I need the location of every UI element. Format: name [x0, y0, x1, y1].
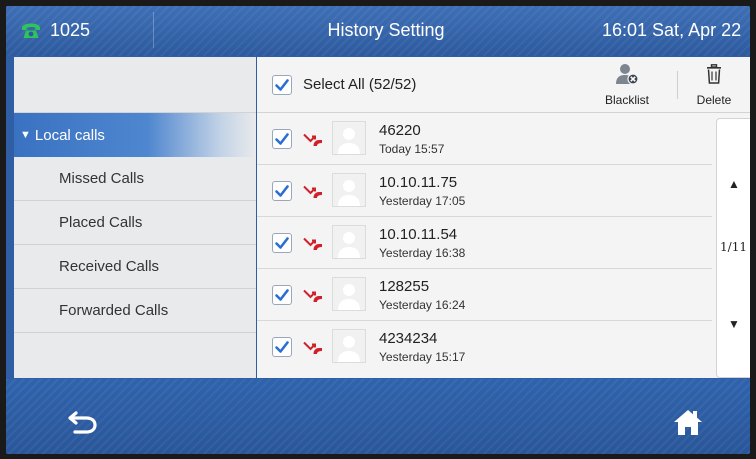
missed-call-icon: [303, 237, 322, 250]
row-checkbox[interactable]: [272, 285, 292, 305]
select-all-checkbox[interactable]: [272, 75, 292, 95]
sidebar-item-label: Local calls: [34, 126, 105, 144]
call-time: Yesterday 15:17: [379, 350, 466, 364]
call-row[interactable]: 46220 Today 15:57: [257, 113, 712, 165]
datetime-display: 16:01 Sat, Apr 22: [602, 20, 742, 40]
row-checkbox[interactable]: [272, 181, 292, 201]
sidebar-item-missed-calls[interactable]: Missed Calls: [14, 157, 256, 201]
sidebar-item-received-calls[interactable]: Received Calls: [14, 245, 256, 289]
call-time: Yesterday 16:24: [379, 298, 466, 312]
row-checkbox[interactable]: [272, 129, 292, 149]
call-number: 10.10.11.54: [379, 226, 458, 243]
blacklist-label: Blacklist: [604, 93, 649, 107]
up-arrow-icon[interactable]: ▲: [728, 177, 740, 191]
call-list-panel: Select All (52/52) Blacklist Delete 4622…: [257, 57, 750, 378]
contact-avatar-icon: [332, 173, 366, 207]
delete-button[interactable]: Delete: [691, 63, 737, 107]
call-row[interactable]: 10.10.11.75 Yesterday 17:05: [257, 165, 712, 217]
sidebar-item-label: Missed Calls: [59, 170, 145, 187]
checkmark-icon: [275, 237, 289, 249]
selection-toolbar: Select All (52/52) Blacklist Delete: [257, 57, 750, 113]
contact-avatar-icon: [332, 277, 366, 311]
call-row[interactable]: 128255 Yesterday 16:24: [257, 269, 712, 321]
sidebar-header: [14, 57, 256, 113]
call-number: 10.10.11.75: [379, 174, 458, 191]
page-title: History Setting: [327, 20, 445, 40]
call-row[interactable]: 4234234 Yesterday 15:17: [257, 321, 712, 373]
status-divider: [153, 12, 154, 48]
checkmark-icon: [275, 133, 289, 145]
call-number: 46220: [379, 122, 421, 139]
contact-avatar-icon: [332, 225, 366, 259]
checkmark-icon: [275, 185, 289, 197]
back-arrow-icon[interactable]: [68, 409, 98, 435]
sidebar-item-label: Forwarded Calls: [59, 302, 169, 319]
phone-screen: 1025 History Setting 16:01 Sat, Apr 22 ▼…: [6, 6, 750, 454]
call-time: Today 15:57: [379, 142, 445, 156]
sidebar-item-forwarded-calls[interactable]: Forwarded Calls: [14, 289, 256, 333]
sidebar-item-label: Received Calls: [59, 258, 160, 275]
phone-icon: [22, 23, 40, 38]
call-number: 4234234: [379, 330, 438, 347]
sidebar-item-label: Placed Calls: [59, 214, 143, 231]
call-row[interactable]: 10.10.11.54 Yesterday 16:38: [257, 217, 712, 269]
toolbar-divider: [677, 71, 678, 99]
extension-number: 1025: [50, 20, 91, 40]
trash-icon: [707, 64, 721, 84]
sidebar: ▼ Local calls Missed Calls Placed Calls …: [14, 57, 256, 378]
sidebar-item-placed-calls[interactable]: Placed Calls: [14, 201, 256, 245]
status-bar: 1025 History Setting 16:01 Sat, Apr 22: [6, 6, 750, 56]
row-checkbox[interactable]: [272, 337, 292, 357]
softkey-bar: [6, 379, 750, 454]
account-indicator: 1025: [20, 20, 90, 41]
missed-call-icon: [303, 133, 322, 146]
page-indicator: 1/11: [720, 240, 747, 254]
delete-label: Delete: [696, 93, 732, 107]
contact-avatar-icon: [332, 329, 366, 363]
checkmark-icon: [275, 79, 289, 91]
contact-avatar-icon: [332, 121, 366, 155]
sidebar-item-local-calls[interactable]: ▼ Local calls: [14, 113, 256, 157]
row-checkbox[interactable]: [272, 233, 292, 253]
triangle-down-icon: ▼: [20, 129, 31, 141]
home-icon[interactable]: [673, 407, 703, 437]
checkmark-icon: [275, 289, 289, 301]
missed-call-icon: [303, 289, 322, 302]
missed-call-icon: [303, 185, 322, 198]
blacklist-button[interactable]: Blacklist: [603, 63, 651, 107]
call-time: Yesterday 17:05: [379, 194, 466, 208]
call-time: Yesterday 16:38: [379, 246, 466, 260]
user-block-icon: [616, 64, 639, 85]
down-arrow-icon[interactable]: ▼: [728, 317, 740, 331]
call-number: 128255: [379, 278, 430, 295]
checkmark-icon: [275, 341, 289, 353]
select-all-label[interactable]: Select All (52/52): [303, 76, 416, 93]
missed-call-icon: [303, 341, 322, 354]
page-scroller: ▲ 1/11 ▼: [716, 118, 750, 378]
